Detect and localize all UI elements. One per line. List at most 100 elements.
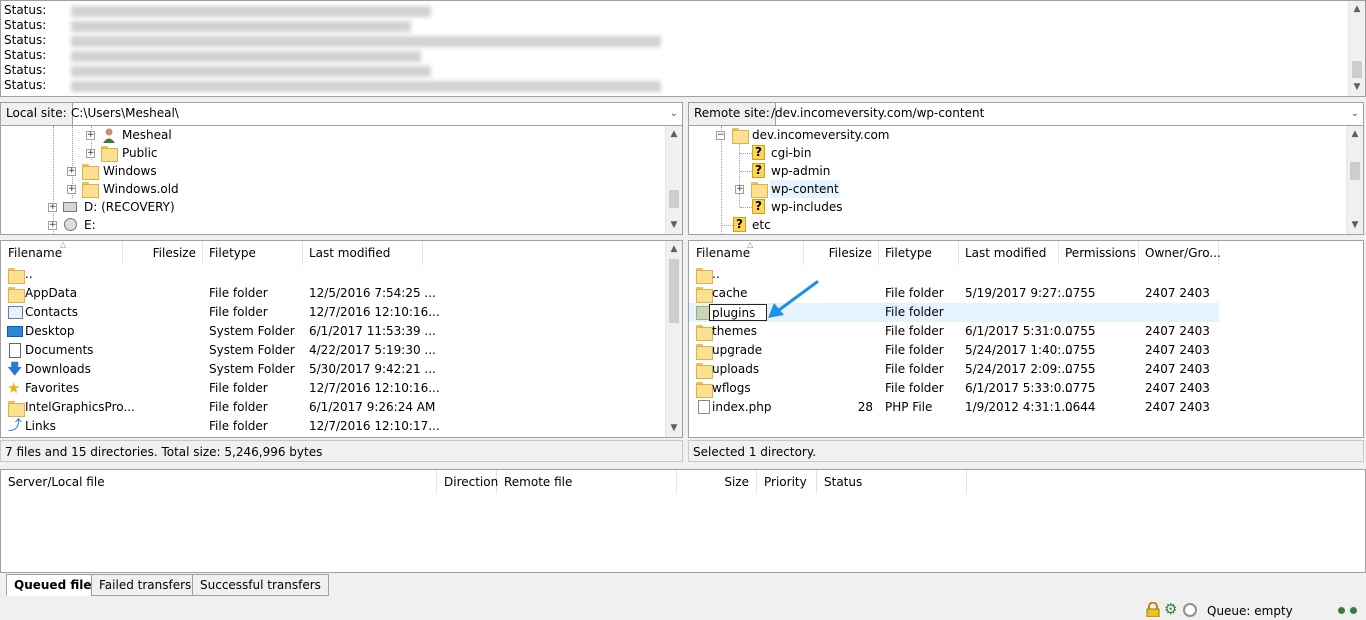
log-label: Status:: [4, 78, 47, 92]
file-type: File folder: [209, 305, 268, 319]
list-item[interactable]: ★ Favorites File folder 12/7/2016 12:10:…: [1, 379, 667, 398]
scroll-down-icon[interactable]: ▼: [1349, 79, 1365, 96]
local-tree-scrollbar[interactable]: ▲ ▼: [665, 126, 682, 234]
list-item[interactable]: ..: [1, 265, 667, 284]
scroll-up-icon[interactable]: ▲: [1349, 1, 1365, 18]
links-icon: ⤴: [8, 418, 22, 434]
scroll-up-icon[interactable]: ▲: [1347, 126, 1363, 143]
column-filename[interactable]: Filename: [1, 241, 123, 265]
folder-icon: [101, 146, 118, 162]
local-directory-tree[interactable]: + Mesheal + Public + Windows + Windows.o…: [0, 125, 683, 235]
scroll-up-icon[interactable]: ▲: [666, 241, 682, 258]
list-item[interactable]: wflogs File folder 6/1/2017 5:33:0... 07…: [689, 379, 1219, 398]
tree-label: Windows.old: [103, 182, 179, 196]
php-file-icon: [698, 400, 710, 414]
log-scrollbar[interactable]: ▲ ▼: [1348, 1, 1365, 96]
column-permissions[interactable]: Permissions: [1059, 241, 1139, 265]
remote-tree-scrollbar[interactable]: ▲ ▼: [1346, 126, 1363, 234]
list-item[interactable]: 🡇 Downloads System Folder 5/30/2017 9:42…: [1, 360, 667, 379]
redacted-log-text: [71, 51, 421, 62]
tab-failed-transfers[interactable]: Failed transfers: [91, 574, 200, 596]
file-name: Links: [25, 419, 56, 433]
scroll-thumb[interactable]: [1352, 61, 1362, 78]
list-item[interactable]: IntelGraphicsPro... File folder 6/1/2017…: [1, 398, 667, 417]
redacted-log-text: [71, 81, 661, 92]
column-last-modified[interactable]: Last modified: [959, 241, 1059, 265]
unknown-folder-icon: ?: [752, 163, 765, 178]
file-name: AppData: [25, 286, 78, 300]
gear-icon: ⚙: [1164, 600, 1178, 618]
chevron-down-icon[interactable]: ⌄: [670, 103, 678, 125]
column-last-modified[interactable]: Last modified: [303, 241, 423, 265]
file-type: File folder: [885, 286, 944, 300]
column-server-local-file[interactable]: Server/Local file: [1, 470, 437, 494]
log-label: Status:: [4, 3, 47, 17]
column-status[interactable]: Status: [817, 470, 967, 494]
expand-icon[interactable]: +: [735, 185, 744, 194]
tree-label: E:: [84, 218, 96, 232]
expand-icon[interactable]: +: [86, 131, 95, 140]
folder-icon: [8, 401, 25, 417]
scroll-up-icon[interactable]: ▲: [666, 126, 682, 143]
file-type: File folder: [885, 324, 944, 338]
contacts-icon: [8, 306, 23, 319]
file-name: themes: [712, 324, 758, 338]
local-file-list[interactable]: △ Filename Filesize Filetype Last modifi…: [0, 240, 683, 438]
list-item[interactable]: upgrade File folder 5/24/2017 1:40:... 0…: [689, 341, 1219, 360]
scroll-thumb[interactable]: [1350, 162, 1360, 180]
redacted-log-text: [71, 66, 431, 77]
local-list-scrollbar[interactable]: ▲ ▼: [665, 241, 682, 437]
file-modified: 12/5/2016 7:54:25 ...: [309, 286, 436, 300]
status-bar: ⚙ Queue: empty: [0, 600, 1366, 620]
list-item[interactable]: uploads File folder 5/24/2017 2:09:... 0…: [689, 360, 1219, 379]
scroll-thumb[interactable]: [669, 190, 679, 208]
file-permissions: 0755: [1065, 343, 1096, 357]
expand-icon[interactable]: +: [67, 185, 76, 194]
scroll-down-icon[interactable]: ▼: [1347, 217, 1363, 234]
file-owner: 2407 2403: [1145, 362, 1210, 376]
scroll-down-icon[interactable]: ▼: [666, 420, 682, 437]
file-name: ..: [712, 267, 720, 281]
collapse-icon[interactable]: −: [716, 131, 725, 140]
folder-icon: [8, 268, 25, 284]
list-item[interactable]: index.php 28 PHP File 1/9/2012 4:31:1...…: [689, 398, 1219, 417]
remote-site-path-input[interactable]: /dev.incomeversity.com/wp-content: [765, 103, 984, 125]
column-filename[interactable]: Filename: [689, 241, 804, 265]
tab-successful-transfers[interactable]: Successful transfers: [192, 574, 329, 596]
scroll-down-icon[interactable]: ▼: [666, 217, 682, 234]
file-name: Downloads: [25, 362, 91, 376]
list-item[interactable]: AppData File folder 12/5/2016 7:54:25 ..…: [1, 284, 667, 303]
file-type: File folder: [209, 381, 268, 395]
expand-icon[interactable]: +: [48, 203, 57, 212]
local-site-path-input[interactable]: C:\Users\Mesheal\: [65, 103, 179, 125]
column-remote-file[interactable]: Remote file: [497, 470, 677, 494]
chevron-down-icon[interactable]: ⌄: [1351, 103, 1359, 125]
expand-icon[interactable]: +: [48, 221, 57, 230]
remote-file-list[interactable]: △ Filename Filesize Filetype Last modifi…: [688, 240, 1364, 438]
list-item[interactable]: Contacts File folder 12/7/2016 12:10:16.…: [1, 303, 667, 322]
queue-status: Queue: empty: [1207, 604, 1293, 618]
column-filetype[interactable]: Filetype: [203, 241, 303, 265]
file-modified: 5/19/2017 9:27:...: [965, 286, 1073, 300]
remote-directory-tree[interactable]: − dev.incomeversity.com ? cgi-bin ? wp-a…: [688, 125, 1364, 235]
column-direction[interactable]: Direction: [437, 470, 498, 494]
list-item[interactable]: Desktop System Folder 6/1/2017 11:53:39 …: [1, 322, 667, 341]
file-permissions: 0755: [1065, 286, 1096, 300]
column-filesize[interactable]: Filesize: [123, 241, 203, 265]
column-filesize[interactable]: Filesize: [804, 241, 879, 265]
column-priority[interactable]: Priority: [757, 470, 817, 494]
message-log[interactable]: Status: Status: Status: Status: Status: …: [0, 0, 1366, 97]
list-item[interactable]: Documents System Folder 4/22/2017 5:19:3…: [1, 341, 667, 360]
transfer-queue[interactable]: Server/Local file Direction Remote file …: [0, 469, 1366, 573]
expand-icon[interactable]: +: [67, 167, 76, 176]
rename-input[interactable]: [709, 304, 767, 321]
desktop-icon: [7, 326, 23, 337]
remote-site-bar: Remote site: /dev.incomeversity.com/wp-c…: [688, 102, 1364, 126]
list-item[interactable]: ⤴ Links File folder 12/7/2016 12:10:17..…: [1, 417, 667, 436]
list-item[interactable]: themes File folder 6/1/2017 5:31:0... 07…: [689, 322, 1219, 341]
scroll-thumb[interactable]: [669, 259, 679, 323]
column-size[interactable]: Size: [677, 470, 757, 494]
column-filetype[interactable]: Filetype: [879, 241, 959, 265]
expand-icon[interactable]: +: [86, 149, 95, 158]
column-owner-group[interactable]: Owner/Gro...: [1139, 241, 1221, 265]
